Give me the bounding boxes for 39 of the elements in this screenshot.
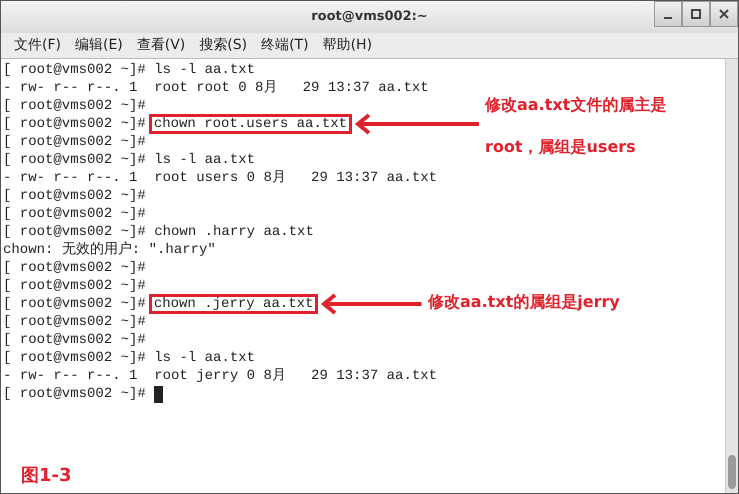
maximize-button[interactable] [682, 1, 710, 27]
close-button[interactable] [710, 1, 738, 27]
menu-item[interactable]: 文件(F) [7, 35, 68, 56]
command-line: [ root@vms002 ~]# chown .harry aa.txt [3, 223, 314, 241]
figure-label: 图1-3 [21, 464, 72, 488]
highlighted-command: chown root.users aa.txt [148, 114, 352, 134]
command-line: [ root@vms002 ~]# ls -l aa.txt [3, 349, 256, 367]
minimize-button[interactable] [654, 1, 682, 27]
highlighted-command: chown .jerry aa.txt [148, 294, 318, 314]
command-line: [ root@vms002 ~]# ls -l aa.txt [3, 151, 256, 169]
command-line: [ root@vms002 ~]# [3, 331, 146, 349]
output-line: - rw- r-- r--. 1 root jerry 0 8月 29 13:37 aa.txt [3, 367, 438, 385]
output-line: - rw- r-- r--. 1 root root 0 8月 29 13:37 aa.txt [3, 79, 429, 97]
maximize-icon [691, 9, 701, 19]
prompt-text: [ root@vms002 ~]# [3, 295, 146, 313]
command-line: [ root@vms002 ~]# [3, 97, 146, 115]
command-line: [ root@vms002 ~]# [3, 385, 146, 403]
scrollbar-thumb[interactable] [728, 455, 736, 489]
menu-item[interactable]: 帮助(H) [316, 35, 380, 56]
command-line: [ root@vms002 ~]# [3, 133, 146, 151]
command-line: [ root@vms002 ~]# [3, 205, 146, 223]
command-line: [ root@vms002 ~]# ls -l aa.txt [3, 61, 256, 79]
menu-item[interactable]: 编辑(E) [68, 35, 130, 56]
output-line: - rw- r-- r--. 1 root users 0 8月 29 13:37 aa.txt [3, 169, 438, 187]
command-line: [ root@vms002 ~]# [3, 277, 146, 295]
menu-item[interactable]: 查看(V) [130, 35, 192, 56]
scrollbar[interactable] [725, 59, 738, 493]
command-line: [ root@vms002 ~]# [3, 187, 146, 205]
menu-item[interactable]: 终端(T) [254, 35, 316, 56]
menu-item[interactable]: 搜索(S) [192, 35, 254, 56]
window-title: root@vms002:~ [311, 8, 428, 26]
annotation-text: 修改aa.txt的属组是jerry [428, 291, 620, 313]
command-line: [ root@vms002 ~]# [3, 259, 146, 277]
minimize-icon [664, 17, 672, 19]
prompt-text: [ root@vms002 ~]# [3, 115, 146, 133]
annotation-text: 修改aa.txt文件的属主是 root，属组是users [485, 94, 666, 158]
close-icon [719, 9, 729, 19]
output-line: chown: 无效的用户: ".harry" [3, 241, 216, 259]
command-line: [ root@vms002 ~]# [3, 313, 146, 331]
